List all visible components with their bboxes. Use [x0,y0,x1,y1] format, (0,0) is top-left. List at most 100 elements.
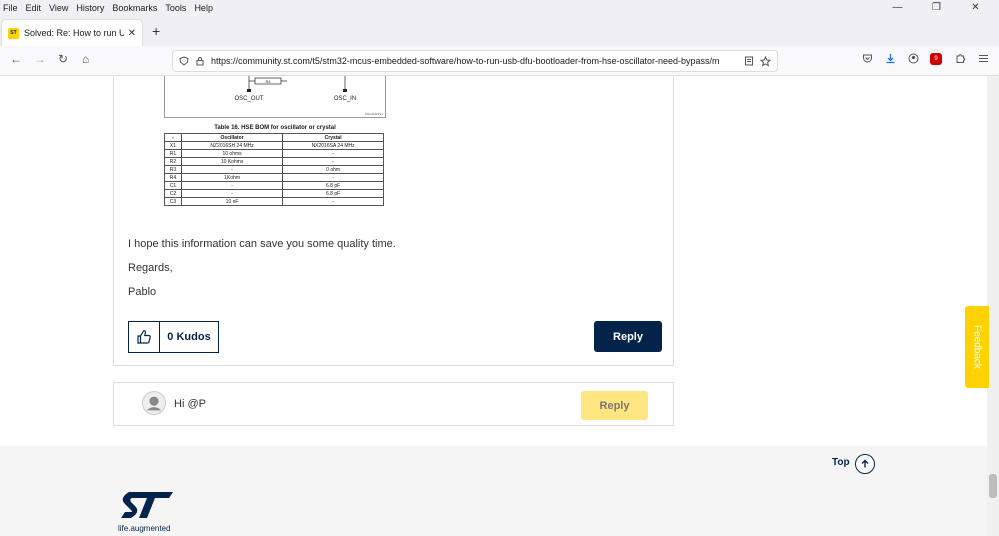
table-cell: R2 [164,157,182,166]
table-header-row: - Oscillator Crystal [164,133,384,142]
table-row: R2 10 Kohms - [164,157,384,166]
forward-icon[interactable]: → [34,52,46,66]
menu-view[interactable]: View [49,3,68,13]
menu-tools[interactable]: Tools [165,3,186,13]
table-row: C2-6.8 pF [164,189,384,198]
table-cell: - [282,197,384,206]
scrollbar-thumb[interactable] [989,474,997,498]
table-cell: - [180,165,284,174]
osc-in-label: OSC_IN [334,96,356,102]
table-cell: 10 nF [180,197,284,206]
nav-bar: ← → ↻ ⌂ https://community.st.com/t5/stm3… [0,46,999,76]
reply-button[interactable]: Reply [594,321,662,352]
download-icon[interactable] [885,53,896,64]
lock-icon[interactable] [195,56,205,66]
table-cell: - [282,149,384,158]
window-controls: — ❐ ✕ [882,0,999,16]
extensions-puzzle-icon[interactable] [955,53,966,64]
restore-button[interactable]: ❐ [921,0,952,16]
url-text: https://community.st.com/t5/stm32-mcus-e… [211,56,720,66]
post-paragraph: I hope this information can save you som… [128,238,396,250]
table-cell: R3 [164,165,182,174]
extension-badge-icon[interactable]: 9 [930,53,942,65]
menu-help[interactable]: Help [194,3,213,13]
oscillator-diagram-image: R4 OSC_OUT OSC_IN MSv41427V1 [164,76,386,118]
footer: Top life.augmented [0,446,987,536]
back-to-top-button[interactable] [855,454,875,474]
table-cell: C2 [164,189,182,198]
diagram-ref-label: MSv41427V1 [365,112,383,116]
reader-mode-icon[interactable] [744,56,754,66]
table-header: Oscillator [180,133,284,142]
osc-out-label: OSC_OUT [234,96,263,102]
table-row: R1 10 ohms - [164,149,384,158]
menu-bar: File Edit View History Bookmarks Tools H… [0,0,999,16]
shield-icon[interactable] [179,56,189,66]
table-cell: 10 ohms [180,149,284,158]
menu-edit[interactable]: Edit [26,3,42,13]
st-favicon-icon: ST [8,27,19,39]
table-cell: C1 [164,181,182,190]
account-icon[interactable] [908,53,919,64]
st-logo-icon [121,492,173,518]
kudos-count: 0 Kudos [160,321,219,353]
table-cell: 6.8 pF [282,181,384,190]
browser-tab[interactable]: ST Solved: Re: How to run USB DF ✕ [2,20,142,46]
thumbs-up-icon [137,330,151,344]
table-cell: 6.8 pF [282,189,384,198]
kudo-button[interactable] [128,321,160,353]
back-icon[interactable]: ← [10,52,22,66]
quick-reply-box: Hi @P Reply [113,382,674,426]
reload-icon[interactable]: ↻ [58,52,68,66]
table-cell: - [180,181,284,190]
tab-title: Solved: Re: How to run USB DF [24,28,124,38]
table-header: Crystal [282,133,384,142]
table-row: X1 NZ2016SH 24 MHz NX2016SA 24 MHz [164,141,384,150]
table-cell: - [282,173,384,182]
table-row: R4 1Kohm - [164,173,384,182]
menu-bookmarks[interactable]: Bookmarks [112,3,157,13]
close-window-button[interactable]: ✕ [960,0,991,16]
table-cell: - [282,157,384,166]
menu-file[interactable]: File [3,3,18,13]
pocket-icon[interactable] [862,53,873,64]
url-bar[interactable]: https://community.st.com/t5/stm32-mcus-e… [172,50,778,72]
table-row: C1-6.8 pF [164,181,384,190]
hse-bom-table: - Oscillator Crystal X1 NZ2016SH 24 MHz NX… [164,133,384,206]
back-to-top-label[interactable]: Top [832,457,850,468]
arrow-up-icon [861,459,869,468]
table-header: - [164,133,182,142]
post-regards: Regards, [128,262,173,274]
table-cell: NZ2016SH 24 MHz [180,141,284,150]
minimize-button[interactable]: — [882,0,913,16]
table-cell: - [180,189,284,198]
home-icon[interactable]: ⌂ [82,52,89,66]
table-row: R3-0 ohm [164,165,384,174]
avatar [142,391,166,415]
extension-badge-count: 9 [934,56,938,62]
table-row: C3 10 nF - [164,197,384,206]
table-cell: C3 [164,197,182,206]
table-cell: R4 [164,173,182,182]
new-tab-button[interactable]: + [152,23,160,39]
post-body: R4 OSC_OUT OSC_IN MSv41427V1 Table 16. H… [113,76,674,366]
table-cell: X1 [164,141,182,150]
feedback-tab[interactable]: Feedback [965,306,989,388]
resistor-label: R4 [265,79,271,84]
post-signature: Pablo [128,286,157,298]
table-cell: 1Kohm [180,173,284,182]
table-cell: 10 Kohms [180,157,284,166]
table-cell: NX2016SA 24 MHz [282,141,384,150]
st-tagline: life.augmented [118,524,171,533]
hamburger-menu-icon[interactable] [978,53,989,64]
tab-bar: ST Solved: Re: How to run USB DF ✕ + [0,16,999,46]
feedback-label: Feedback [971,325,983,369]
quick-reply-button[interactable]: Reply [581,391,648,420]
tab-close-icon[interactable]: ✕ [128,28,136,39]
reply-input[interactable]: Hi @P [174,398,206,410]
table-cell: R1 [164,149,182,158]
table-caption: Table 16. HSE BOM for oscillator or crys… [214,125,336,131]
menu-history[interactable]: History [76,3,104,13]
table-cell: 0 ohm [282,165,384,174]
bookmark-star-icon[interactable] [760,55,771,67]
